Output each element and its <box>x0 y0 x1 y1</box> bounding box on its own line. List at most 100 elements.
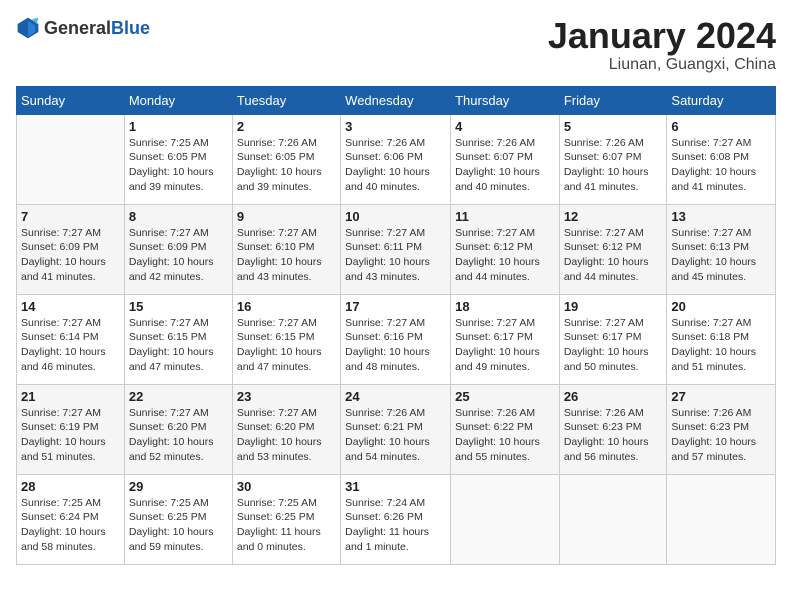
day-number: 15 <box>129 299 228 314</box>
day-info: Sunrise: 7:27 AM Sunset: 6:17 PM Dayligh… <box>455 316 555 375</box>
day-number: 22 <box>129 389 228 404</box>
col-header-thursday: Thursday <box>451 86 560 114</box>
day-info: Sunrise: 7:26 AM Sunset: 6:21 PM Dayligh… <box>345 406 446 465</box>
day-info: Sunrise: 7:27 AM Sunset: 6:19 PM Dayligh… <box>21 406 120 465</box>
day-number: 28 <box>21 479 120 494</box>
day-number: 10 <box>345 209 446 224</box>
calendar-cell: 17 Sunrise: 7:27 AM Sunset: 6:16 PM Dayli… <box>341 294 451 384</box>
day-info: Sunrise: 7:26 AM Sunset: 6:07 PM Dayligh… <box>455 136 555 195</box>
day-info: Sunrise: 7:27 AM Sunset: 6:14 PM Dayligh… <box>21 316 120 375</box>
day-number: 14 <box>21 299 120 314</box>
calendar-cell: 4 Sunrise: 7:26 AM Sunset: 6:07 PM Daylig… <box>451 114 560 204</box>
day-info: Sunrise: 7:25 AM Sunset: 6:24 PM Dayligh… <box>21 496 120 555</box>
calendar-cell: 10 Sunrise: 7:27 AM Sunset: 6:11 PM Dayli… <box>341 204 451 294</box>
col-header-monday: Monday <box>124 86 232 114</box>
calendar-cell: 13 Sunrise: 7:27 AM Sunset: 6:13 PM Dayli… <box>667 204 776 294</box>
day-info: Sunrise: 7:26 AM Sunset: 6:23 PM Dayligh… <box>671 406 771 465</box>
calendar-cell: 18 Sunrise: 7:27 AM Sunset: 6:17 PM Dayli… <box>451 294 560 384</box>
calendar-cell: 21 Sunrise: 7:27 AM Sunset: 6:19 PM Dayli… <box>17 384 125 474</box>
calendar-cell: 7 Sunrise: 7:27 AM Sunset: 6:09 PM Daylig… <box>17 204 125 294</box>
calendar-cell: 14 Sunrise: 7:27 AM Sunset: 6:14 PM Dayli… <box>17 294 125 384</box>
calendar-cell <box>451 474 560 564</box>
day-info: Sunrise: 7:25 AM Sunset: 6:05 PM Dayligh… <box>129 136 228 195</box>
day-info: Sunrise: 7:27 AM Sunset: 6:20 PM Dayligh… <box>129 406 228 465</box>
day-info: Sunrise: 7:27 AM Sunset: 6:16 PM Dayligh… <box>345 316 446 375</box>
calendar-cell: 26Sunrise: 7:26 AM Sunset: 6:23 PM Dayli… <box>559 384 667 474</box>
day-info: Sunrise: 7:27 AM Sunset: 6:09 PM Dayligh… <box>129 226 228 285</box>
title-block: January 2024 Liunan, Guangxi, China <box>548 16 776 74</box>
day-info: Sunrise: 7:26 AM Sunset: 6:05 PM Dayligh… <box>237 136 336 195</box>
calendar-cell: 1 Sunrise: 7:25 AM Sunset: 6:05 PM Daylig… <box>124 114 232 204</box>
calendar-week-row: 28 Sunrise: 7:25 AM Sunset: 6:24 PM Dayli… <box>17 474 776 564</box>
calendar-cell: 2 Sunrise: 7:26 AM Sunset: 6:05 PM Daylig… <box>232 114 340 204</box>
calendar-cell: 12 Sunrise: 7:27 AM Sunset: 6:12 PM Dayli… <box>559 204 667 294</box>
day-number: 27 <box>671 389 771 404</box>
calendar-week-row: 1 Sunrise: 7:25 AM Sunset: 6:05 PM Daylig… <box>17 114 776 204</box>
day-info: Sunrise: 7:27 AM Sunset: 6:12 PM Dayligh… <box>455 226 555 285</box>
calendar-cell: 19 Sunrise: 7:27 AM Sunset: 6:17 PM Dayli… <box>559 294 667 384</box>
calendar-cell: 9 Sunrise: 7:27 AM Sunset: 6:10 PM Daylig… <box>232 204 340 294</box>
day-number: 18 <box>455 299 555 314</box>
calendar-cell: 15 Sunrise: 7:27 AM Sunset: 6:15 PM Dayli… <box>124 294 232 384</box>
day-info: Sunrise: 7:27 AM Sunset: 6:11 PM Dayligh… <box>345 226 446 285</box>
day-number: 4 <box>455 119 555 134</box>
day-number: 21 <box>21 389 120 404</box>
day-number: 6 <box>671 119 771 134</box>
day-number: 17 <box>345 299 446 314</box>
day-info: Sunrise: 7:26 AM Sunset: 6:23 PM Dayligh… <box>564 406 663 465</box>
day-info: Sunrise: 7:24 AM Sunset: 6:26 PM Dayligh… <box>345 496 446 555</box>
calendar-cell: 5 Sunrise: 7:26 AM Sunset: 6:07 PM Daylig… <box>559 114 667 204</box>
col-header-tuesday: Tuesday <box>232 86 340 114</box>
day-info: Sunrise: 7:27 AM Sunset: 6:12 PM Dayligh… <box>564 226 663 285</box>
day-number: 8 <box>129 209 228 224</box>
day-info: Sunrise: 7:26 AM Sunset: 6:07 PM Dayligh… <box>564 136 663 195</box>
day-number: 24 <box>345 389 446 404</box>
calendar-cell: 29 Sunrise: 7:25 AM Sunset: 6:25 PM Dayli… <box>124 474 232 564</box>
day-number: 1 <box>129 119 228 134</box>
day-number: 31 <box>345 479 446 494</box>
col-header-sunday: Sunday <box>17 86 125 114</box>
day-number: 11 <box>455 209 555 224</box>
location-title: Liunan, Guangxi, China <box>548 56 776 74</box>
month-title: January 2024 <box>548 16 776 56</box>
day-number: 19 <box>564 299 663 314</box>
calendar-cell: 28 Sunrise: 7:25 AM Sunset: 6:24 PM Dayli… <box>17 474 125 564</box>
col-header-saturday: Saturday <box>667 86 776 114</box>
day-info: Sunrise: 7:25 AM Sunset: 6:25 PM Dayligh… <box>237 496 336 555</box>
calendar-header-row: SundayMondayTuesdayWednesdayThursdayFrid… <box>17 86 776 114</box>
day-number: 23 <box>237 389 336 404</box>
day-number: 25 <box>455 389 555 404</box>
day-info: Sunrise: 7:27 AM Sunset: 6:09 PM Dayligh… <box>21 226 120 285</box>
day-info: Sunrise: 7:27 AM Sunset: 6:10 PM Dayligh… <box>237 226 336 285</box>
calendar-cell: 22 Sunrise: 7:27 AM Sunset: 6:20 PM Dayli… <box>124 384 232 474</box>
day-number: 12 <box>564 209 663 224</box>
page-header: GeneralBlue January 2024 Liunan, Guangxi… <box>16 16 776 74</box>
day-info: Sunrise: 7:27 AM Sunset: 6:15 PM Dayligh… <box>129 316 228 375</box>
day-number: 13 <box>671 209 771 224</box>
calendar-cell: 6Sunrise: 7:27 AM Sunset: 6:08 PM Daylig… <box>667 114 776 204</box>
calendar-cell <box>559 474 667 564</box>
day-number: 7 <box>21 209 120 224</box>
day-number: 29 <box>129 479 228 494</box>
day-info: Sunrise: 7:27 AM Sunset: 6:13 PM Dayligh… <box>671 226 771 285</box>
calendar-cell: 20 Sunrise: 7:27 AM Sunset: 6:18 PM Dayli… <box>667 294 776 384</box>
day-info: Sunrise: 7:26 AM Sunset: 6:22 PM Dayligh… <box>455 406 555 465</box>
day-info: Sunrise: 7:27 AM Sunset: 6:15 PM Dayligh… <box>237 316 336 375</box>
day-info: Sunrise: 7:27 AM Sunset: 6:17 PM Dayligh… <box>564 316 663 375</box>
calendar-cell <box>667 474 776 564</box>
calendar-cell: 31 Sunrise: 7:24 AM Sunset: 6:26 PM Dayli… <box>341 474 451 564</box>
day-number: 9 <box>237 209 336 224</box>
logo-general: General <box>44 18 111 38</box>
calendar-table: SundayMondayTuesdayWednesdayThursdayFrid… <box>16 86 776 565</box>
calendar-cell: 27 Sunrise: 7:26 AM Sunset: 6:23 PM Dayli… <box>667 384 776 474</box>
day-info: Sunrise: 7:27 AM Sunset: 6:18 PM Dayligh… <box>671 316 771 375</box>
calendar-cell: 25 Sunrise: 7:26 AM Sunset: 6:22 PM Dayli… <box>451 384 560 474</box>
logo-text: GeneralBlue <box>44 18 150 39</box>
day-info: Sunrise: 7:25 AM Sunset: 6:25 PM Dayligh… <box>129 496 228 555</box>
day-number: 20 <box>671 299 771 314</box>
col-header-friday: Friday <box>559 86 667 114</box>
calendar-cell: 24 Sunrise: 7:26 AM Sunset: 6:21 PM Dayli… <box>341 384 451 474</box>
day-number: 2 <box>237 119 336 134</box>
day-number: 5 <box>564 119 663 134</box>
day-info: Sunrise: 7:26 AM Sunset: 6:06 PM Dayligh… <box>345 136 446 195</box>
